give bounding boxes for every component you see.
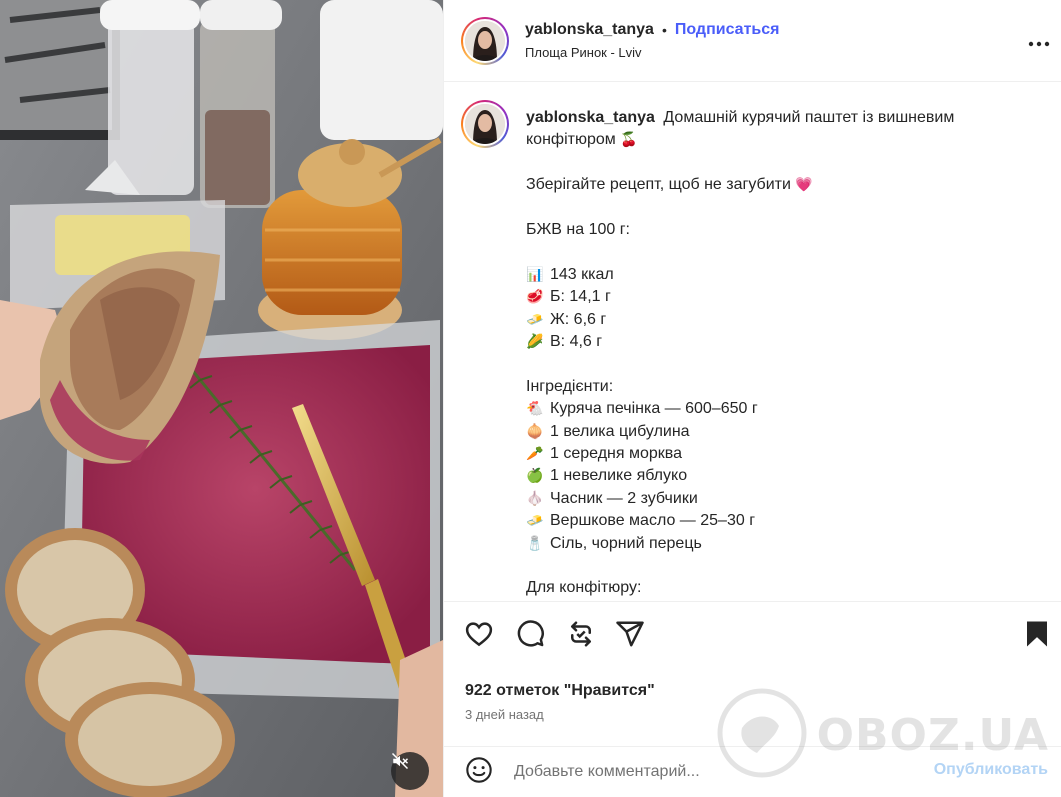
nutrition-text: 143 ккал — [550, 265, 614, 283]
caption-username[interactable]: yablonska_tanya — [526, 109, 655, 126]
garlic-emoji: 🧄 — [526, 490, 544, 507]
repost-icon — [566, 621, 596, 653]
post-actions: 922 отметок "Нравится" 3 дней назад — [444, 601, 1061, 746]
chart-emoji: 📊 — [526, 266, 544, 283]
comment-bar: Опубликовать — [444, 746, 1061, 797]
nutrition-item: 🥩 Б: 14,1 г — [526, 286, 996, 308]
caption-avatar[interactable] — [461, 100, 509, 148]
ingredient-text: Куряча печінка — 600–650 г — [550, 400, 758, 418]
caption-section: yablonska_tanya Домашній курячий паштет … — [444, 82, 1061, 601]
ingredient-text: Вершкове масло — 25–30 г — [550, 512, 756, 530]
comment-button[interactable] — [515, 619, 545, 649]
ingredient-text: 1 середня морква — [550, 445, 682, 463]
smiley-icon[interactable] — [465, 756, 493, 788]
nutrition-text: В: 4,6 г — [550, 333, 603, 351]
mute-button[interactable] — [391, 752, 429, 790]
follow-button[interactable]: Подписаться — [675, 21, 780, 39]
bookmark-icon — [1022, 621, 1052, 653]
meat-emoji: 🥩 — [526, 289, 544, 306]
ingredient-item: 🧂 Сіль, чорний перець — [526, 533, 996, 555]
ingredient-item: 🧈 Вершкове масло — 25–30 г — [526, 510, 996, 532]
ingredient-text: 1 велика цибулина — [550, 422, 690, 440]
carrot-emoji: 🥕 — [526, 446, 544, 463]
heart-icon — [464, 622, 494, 653]
corn-emoji: 🌽 — [526, 334, 544, 351]
heart-emoji: 💗 — [795, 177, 813, 194]
username-link[interactable]: yablonska_tanya — [525, 21, 654, 39]
nutrition-header: БЖВ на 100 г: — [526, 221, 630, 238]
ingredient-item: 🍏 1 невелике яблуко — [526, 465, 996, 487]
avatar[interactable] — [461, 16, 509, 65]
food-photo — [0, 0, 443, 797]
share-icon — [615, 621, 645, 653]
ingredients-header: Інгредієнти: — [526, 377, 614, 395]
more-options-button[interactable] — [1027, 30, 1051, 54]
post-timestamp[interactable]: 3 дней назад — [465, 707, 544, 722]
butter-emoji: 🧈 — [526, 311, 544, 328]
ingredient-item: 🧄 Часник — 2 зубчики — [526, 488, 996, 510]
likes-count[interactable]: 922 отметок "Нравится" — [465, 682, 655, 700]
caption-text: yablonska_tanya Домашній курячий паштет … — [526, 100, 996, 601]
avatar-photo — [465, 104, 505, 144]
jam-header: Для конфітюру: — [526, 579, 642, 597]
like-button[interactable] — [464, 619, 494, 649]
ingredient-item: 🧅 1 велика цибулина — [526, 421, 996, 443]
onion-emoji: 🧅 — [526, 423, 544, 440]
comment-input[interactable] — [514, 763, 894, 781]
post-media[interactable] — [0, 0, 443, 797]
ingredient-text: Часник — 2 зубчики — [550, 489, 698, 507]
separator-dot: • — [661, 22, 667, 38]
nutrition-item: 📊 143 ккал — [526, 264, 996, 286]
nutrition-item: 🧈 Ж: 6,6 г — [526, 309, 996, 331]
nutrition-item: 🌽 В: 4,6 г — [526, 331, 996, 353]
nutrition-text: Ж: 6,6 г — [550, 310, 607, 328]
avatar-photo — [465, 20, 505, 61]
chicken-emoji: 🐔 — [526, 401, 544, 418]
ingredient-text: 1 невелике яблуко — [550, 467, 688, 485]
butter-emoji: 🧈 — [526, 513, 544, 530]
comment-icon — [515, 620, 545, 653]
post-header: yablonska_tanya • Подписаться Площа Рино… — [444, 0, 1061, 82]
save-hint: Зберігайте рецепт, щоб не загубити — [526, 176, 791, 194]
salt-emoji: 🧂 — [526, 535, 544, 552]
publish-button[interactable]: Опубликовать — [934, 761, 1048, 779]
share-button[interactable] — [615, 619, 645, 649]
ingredient-item: 🥕 1 середня морква — [526, 443, 996, 465]
nutrition-text: Б: 14,1 г — [550, 288, 611, 306]
repost-button[interactable] — [566, 619, 596, 649]
cherry-emoji: 🍒 — [620, 132, 638, 149]
ingredient-item: 🐔 Куряча печінка — 600–650 г — [526, 398, 996, 420]
save-button[interactable] — [1022, 619, 1052, 649]
apple-emoji: 🍏 — [526, 468, 544, 485]
location-link[interactable]: Площа Ринок - Lviv — [525, 45, 779, 60]
ingredient-text: Сіль, чорний перець — [550, 534, 702, 552]
post-sidebar: yablonska_tanya • Подписаться Площа Рино… — [443, 0, 1061, 797]
more-horizontal-icon — [1028, 34, 1050, 51]
